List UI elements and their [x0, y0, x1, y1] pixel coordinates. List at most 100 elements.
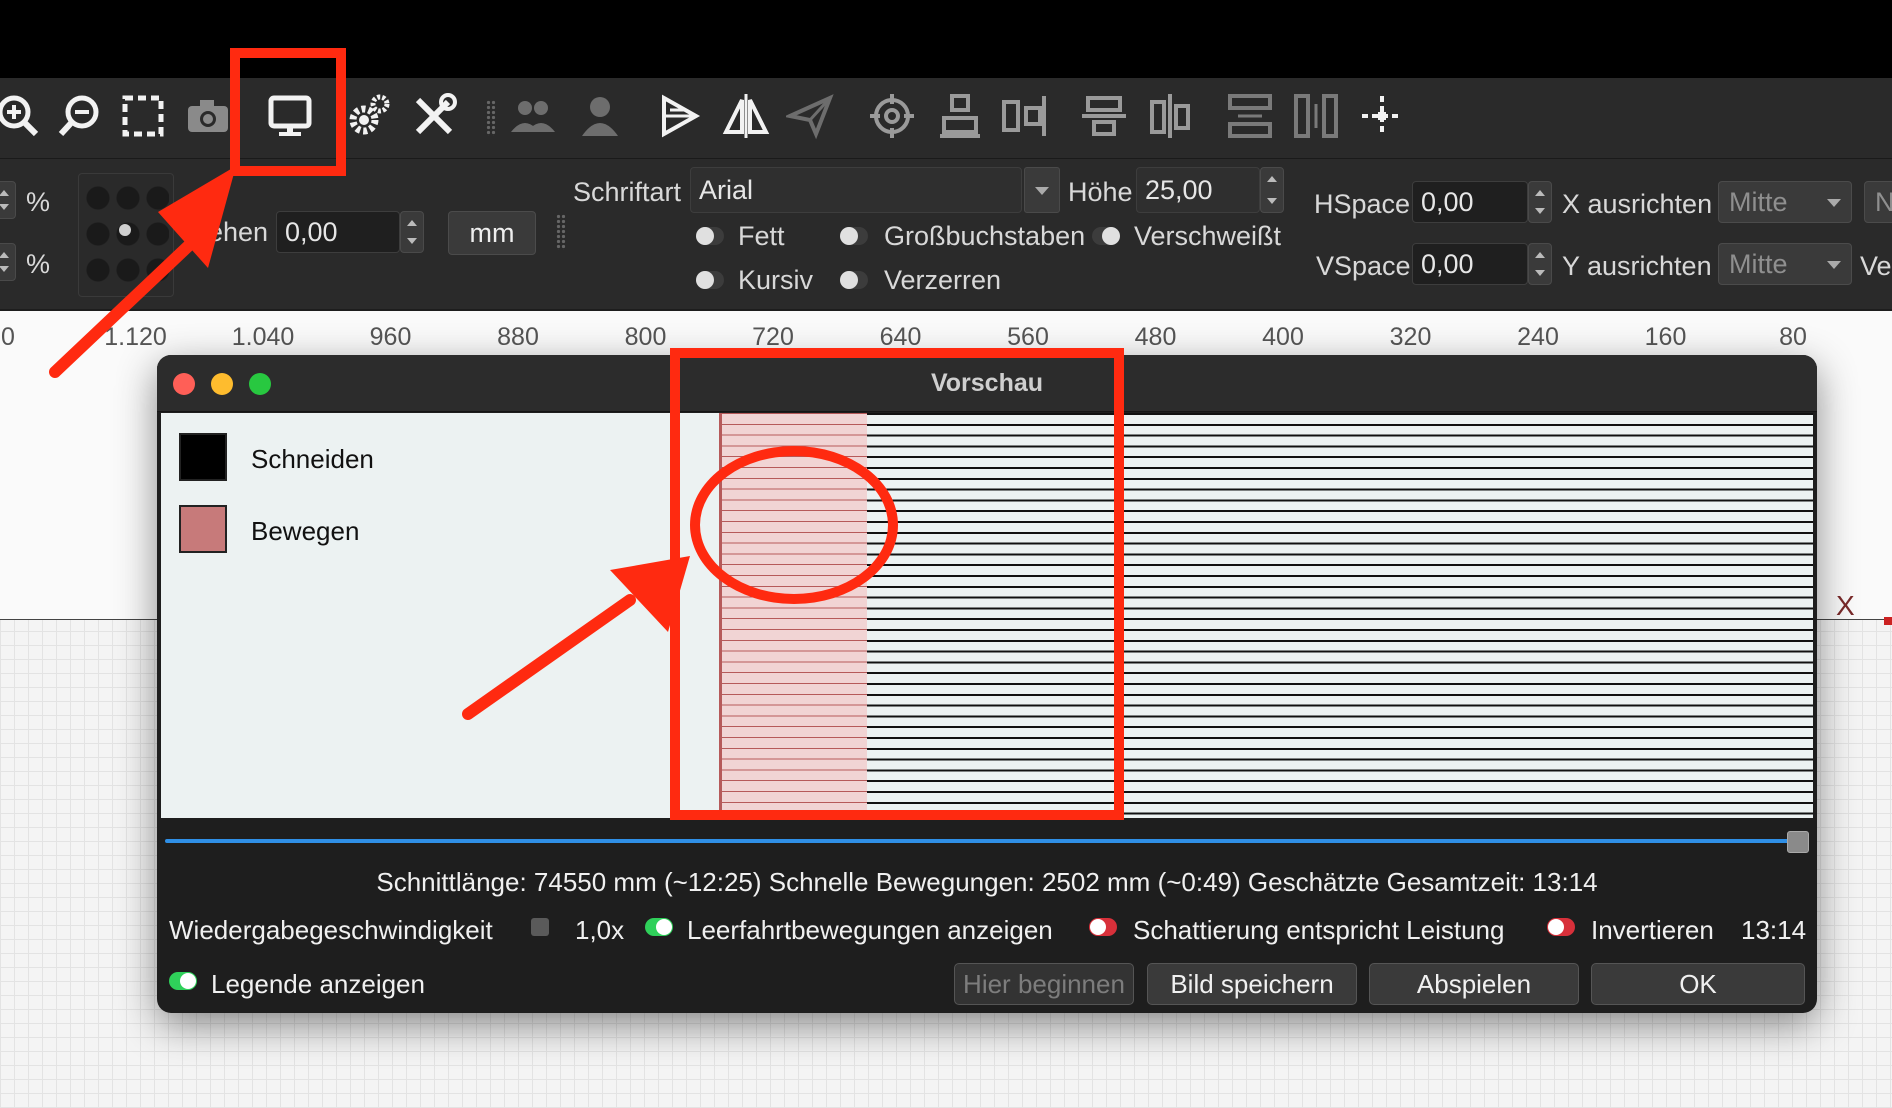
show-legend-label: Legende anzeigen: [211, 969, 425, 999]
ruler-tick-label: 880: [497, 323, 539, 351]
x-align-value: Mitte: [1729, 186, 1788, 217]
height-label: Höhe: [1068, 177, 1133, 207]
caps-toggle[interactable]: [840, 227, 868, 245]
rotate-label: ehen: [208, 217, 269, 247]
mirror-horizontal-icon[interactable]: [652, 88, 708, 144]
ruler-tick-label: 960: [369, 323, 412, 351]
italic-toggle[interactable]: [696, 271, 724, 289]
ruler-tick-label: 1.040: [231, 323, 295, 351]
invert-label: Invertieren: [1591, 915, 1714, 945]
vspace-spinner[interactable]: [1528, 243, 1552, 285]
ruler-tick-label: 160: [1644, 323, 1687, 351]
progress-slider-knob[interactable]: [1787, 831, 1809, 853]
x-align-label: X ausrichten: [1562, 189, 1713, 219]
font-dropdown-button[interactable]: [1024, 167, 1060, 213]
props-grip[interactable]: [556, 214, 566, 250]
legend-label-move: Bewegen: [251, 516, 360, 546]
x-align-select[interactable]: Mitte: [1718, 181, 1852, 223]
mirror-vertical-icon[interactable]: [718, 88, 774, 144]
cut-off-label-2: Ve: [1860, 251, 1892, 281]
play-button[interactable]: Abspielen: [1369, 963, 1579, 1005]
frame-selection-icon[interactable]: [115, 88, 171, 144]
font-label: Schriftart: [573, 177, 682, 207]
time-readout: 13:14: [1741, 915, 1807, 945]
stats-text: Schnittlänge: 74550 mm (~12:25) Schnelle…: [376, 867, 1598, 897]
hspace-spinner[interactable]: [1528, 181, 1552, 223]
ruler-tick-label: 400: [1262, 323, 1304, 351]
font-select[interactable]: Arial: [690, 167, 1022, 213]
hspace-label: HSpace: [1314, 189, 1411, 219]
height-input[interactable]: 25,00: [1136, 167, 1260, 213]
percent-label-2: %: [26, 249, 51, 279]
save-image-button[interactable]: Bild speichern: [1147, 963, 1357, 1005]
spacing-horizontal-icon[interactable]: [1222, 88, 1278, 144]
annotation-box-preview-button: [230, 48, 346, 176]
spacing-vertical-icon[interactable]: [1288, 88, 1344, 144]
users-icon[interactable]: [505, 88, 561, 144]
progress-slider-track[interactable]: [165, 839, 1791, 843]
ruler-tick-label: 1.120: [104, 323, 167, 351]
settings-gears-icon[interactable]: [340, 88, 396, 144]
send-icon[interactable]: [782, 88, 838, 144]
vspace-input[interactable]: 0,00: [1412, 243, 1528, 285]
target-icon[interactable]: [864, 88, 920, 144]
distort-toggle[interactable]: [840, 271, 868, 289]
show-traversal-toggle[interactable]: [645, 918, 673, 936]
properties-bar: % % ehen 0,00 mm Schriftart Arial Höhe 2…: [0, 159, 1892, 311]
speed-value: 1,0x: [575, 915, 625, 945]
playback-speed-label: Wiedergabegeschwindigkeit: [169, 915, 493, 945]
ruler-tick-label: 80: [1779, 323, 1807, 351]
caps-label: Großbuchstaben: [884, 221, 1086, 251]
y-align-label: Y ausrichten: [1562, 251, 1712, 281]
zoom-out-icon[interactable]: [52, 88, 108, 144]
bold-label: Fett: [738, 221, 785, 251]
anchor-point-grid[interactable]: [78, 173, 174, 297]
distribute-horizontal-icon[interactable]: [1076, 88, 1132, 144]
user-icon[interactable]: [572, 88, 628, 144]
align-top-icon[interactable]: [932, 88, 988, 144]
zoom-in-icon[interactable]: [0, 88, 46, 144]
camera-icon[interactable]: [180, 88, 236, 144]
move-origin-icon[interactable]: [1354, 88, 1410, 144]
vspace-label: VSpace: [1316, 251, 1411, 281]
hspace-input[interactable]: 0,00: [1412, 181, 1528, 223]
horizontal-ruler: 0 1.120 1.040 960 880 800 720 640 560 480 400 320 24…: [0, 311, 1892, 351]
y-align-value: Mitte: [1729, 248, 1788, 279]
toolbar-grip[interactable]: [486, 100, 496, 136]
align-left-icon[interactable]: [996, 88, 1052, 144]
distribute-vertical-icon[interactable]: [1142, 88, 1198, 144]
show-traversal-label: Leerfahrtbewegungen anzeigen: [687, 915, 1053, 945]
start-here-button[interactable]: Hier beginnen: [954, 963, 1134, 1005]
anchor-center-dot: [119, 224, 131, 236]
ruler-tick-label: 480: [1134, 323, 1177, 351]
ok-button[interactable]: OK: [1591, 963, 1805, 1005]
distort-label: Verzerren: [884, 265, 1002, 295]
y-align-select[interactable]: Mitte: [1718, 243, 1852, 285]
shading-power-label: Schattierung entspricht Leistung: [1133, 915, 1505, 945]
italic-label: Kursiv: [738, 265, 814, 295]
percent-spinner-2[interactable]: [0, 243, 16, 281]
legend-label-cut: Schneiden: [251, 444, 374, 474]
ruler-tick-label: 800: [624, 323, 667, 351]
tools-icon[interactable]: [406, 88, 462, 144]
percent-spinner-1[interactable]: [0, 181, 16, 219]
legend-swatch-move: [179, 505, 227, 553]
welded-label: Verschweißt: [1134, 221, 1282, 251]
unit-button[interactable]: mm: [448, 211, 536, 255]
speed-slider-handle[interactable]: [531, 918, 549, 936]
height-spinner[interactable]: [1260, 167, 1284, 213]
percent-label-1: %: [26, 187, 51, 217]
rotate-input[interactable]: 0,00: [276, 211, 400, 253]
show-legend-toggle[interactable]: [169, 972, 197, 990]
rotate-spinner[interactable]: [400, 211, 424, 253]
origin-marker: [1884, 617, 1892, 625]
x-axis-label: X: [1836, 590, 1855, 621]
ruler-tick-label: 0: [1, 323, 15, 351]
shading-power-toggle[interactable]: [1089, 918, 1117, 936]
cut-off-select-1[interactable]: Ne: [1864, 181, 1892, 223]
bold-toggle[interactable]: [696, 227, 724, 245]
invert-toggle[interactable]: [1547, 918, 1575, 936]
welded-toggle[interactable]: [1092, 227, 1120, 245]
legend-swatch-cut: [179, 433, 227, 481]
annotation-ellipse: [690, 446, 898, 604]
